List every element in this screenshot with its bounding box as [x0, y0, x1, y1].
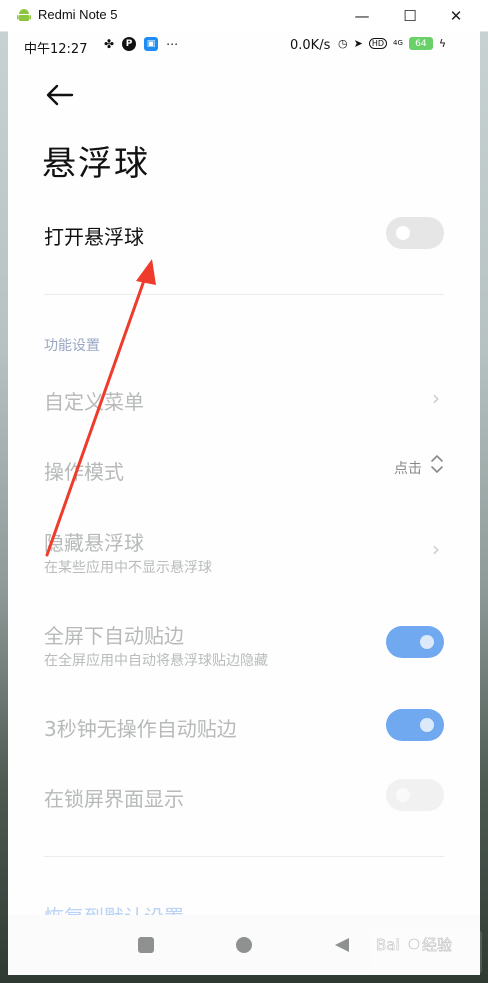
lock-screen-display-toggle[interactable]	[386, 779, 444, 811]
svg-text:Bai: Bai	[376, 936, 400, 954]
status-bar: 中午12:27 ✤ P ▣ ⋯ 0.0K/s ◷ ➤ HD 4G 64 ϟ	[8, 31, 480, 61]
back-triangle-icon[interactable]	[332, 935, 352, 955]
toggle-knob	[420, 718, 434, 732]
toggle-knob	[396, 226, 410, 240]
network-speed: 0.0K/s	[290, 38, 331, 53]
divider	[44, 294, 444, 295]
toggle-knob	[396, 788, 410, 802]
hide-floating-ball-subtitle: 在某些应用中不显示悬浮球	[44, 560, 212, 576]
p-icon: P	[122, 37, 137, 51]
fullscreen-auto-edge-subtitle: 在全屏应用中自动将悬浮球贴边隐藏	[44, 653, 268, 669]
open-floating-ball-toggle[interactable]	[386, 217, 444, 249]
idle-auto-edge-toggle[interactable]	[386, 709, 444, 741]
android-icon	[17, 9, 31, 21]
close-button[interactable]: ✕	[434, 0, 478, 31]
battery-indicator: 64	[408, 37, 433, 50]
page-title: 悬浮球	[42, 144, 150, 184]
fullscreen-auto-edge-toggle[interactable]	[386, 626, 444, 658]
charging-icon: ϟ	[438, 37, 447, 50]
signal-4g-icon: 4G	[393, 39, 403, 47]
operation-mode-value[interactable]: 点击	[394, 458, 422, 478]
status-icons-left: ✤ P ▣ ⋯	[104, 37, 178, 51]
maximize-button[interactable]: ☐	[388, 0, 432, 31]
pinwheel-icon: ✤	[104, 37, 115, 51]
custom-menu-item[interactable]: 自定义菜单	[44, 386, 144, 415]
app-notification-icon: ▣	[144, 37, 159, 51]
lock-screen-display-item: 在锁屏界面显示	[44, 787, 184, 811]
chevron-right-icon: ›	[432, 537, 440, 561]
svg-text:经验: 经验	[422, 936, 452, 954]
chevron-right-icon: ›	[432, 386, 440, 410]
home-circle-icon[interactable]	[236, 937, 252, 953]
baidu-watermark-logo: Bai 经验 jingyan.baidu.com	[370, 930, 482, 974]
hide-floating-ball-item[interactable]: 隐藏悬浮球	[44, 527, 144, 556]
hd-icon: HD	[368, 38, 388, 49]
alarm-icon: ◷	[338, 37, 348, 50]
svg-text:jingyan.baidu.com: jingyan.baidu.com	[375, 960, 459, 970]
window-titlebar: Redmi Note 5 — ☐ ✕	[0, 0, 488, 32]
toggle-knob	[420, 635, 434, 649]
idle-auto-edge-item: 3秒钟无操作自动贴边	[44, 717, 237, 741]
status-time: 中午12:27	[24, 42, 88, 57]
minimize-button[interactable]: —	[340, 0, 384, 31]
phone-screen: 中午12:27 ✤ P ▣ ⋯ 0.0K/s ◷ ➤ HD 4G 64 ϟ 悬浮…	[8, 31, 480, 975]
operation-mode-item[interactable]: 操作模式	[44, 456, 124, 485]
recents-square-icon[interactable]	[138, 937, 154, 953]
up-down-chevron-icon	[431, 455, 443, 473]
divider	[44, 856, 444, 857]
open-floating-ball-label: 打开悬浮球	[44, 225, 144, 249]
back-arrow-icon[interactable]	[44, 81, 76, 109]
more-notifications-icon: ⋯	[166, 37, 179, 51]
section-label: 功能设置	[44, 338, 100, 354]
wifi-icon: ➤	[353, 37, 363, 50]
window-title: Redmi Note 5	[38, 7, 118, 22]
status-icons-right: ◷ ➤ HD 4G 64 ϟ	[338, 37, 446, 50]
fullscreen-auto-edge-item: 全屏下自动贴边	[44, 624, 184, 648]
